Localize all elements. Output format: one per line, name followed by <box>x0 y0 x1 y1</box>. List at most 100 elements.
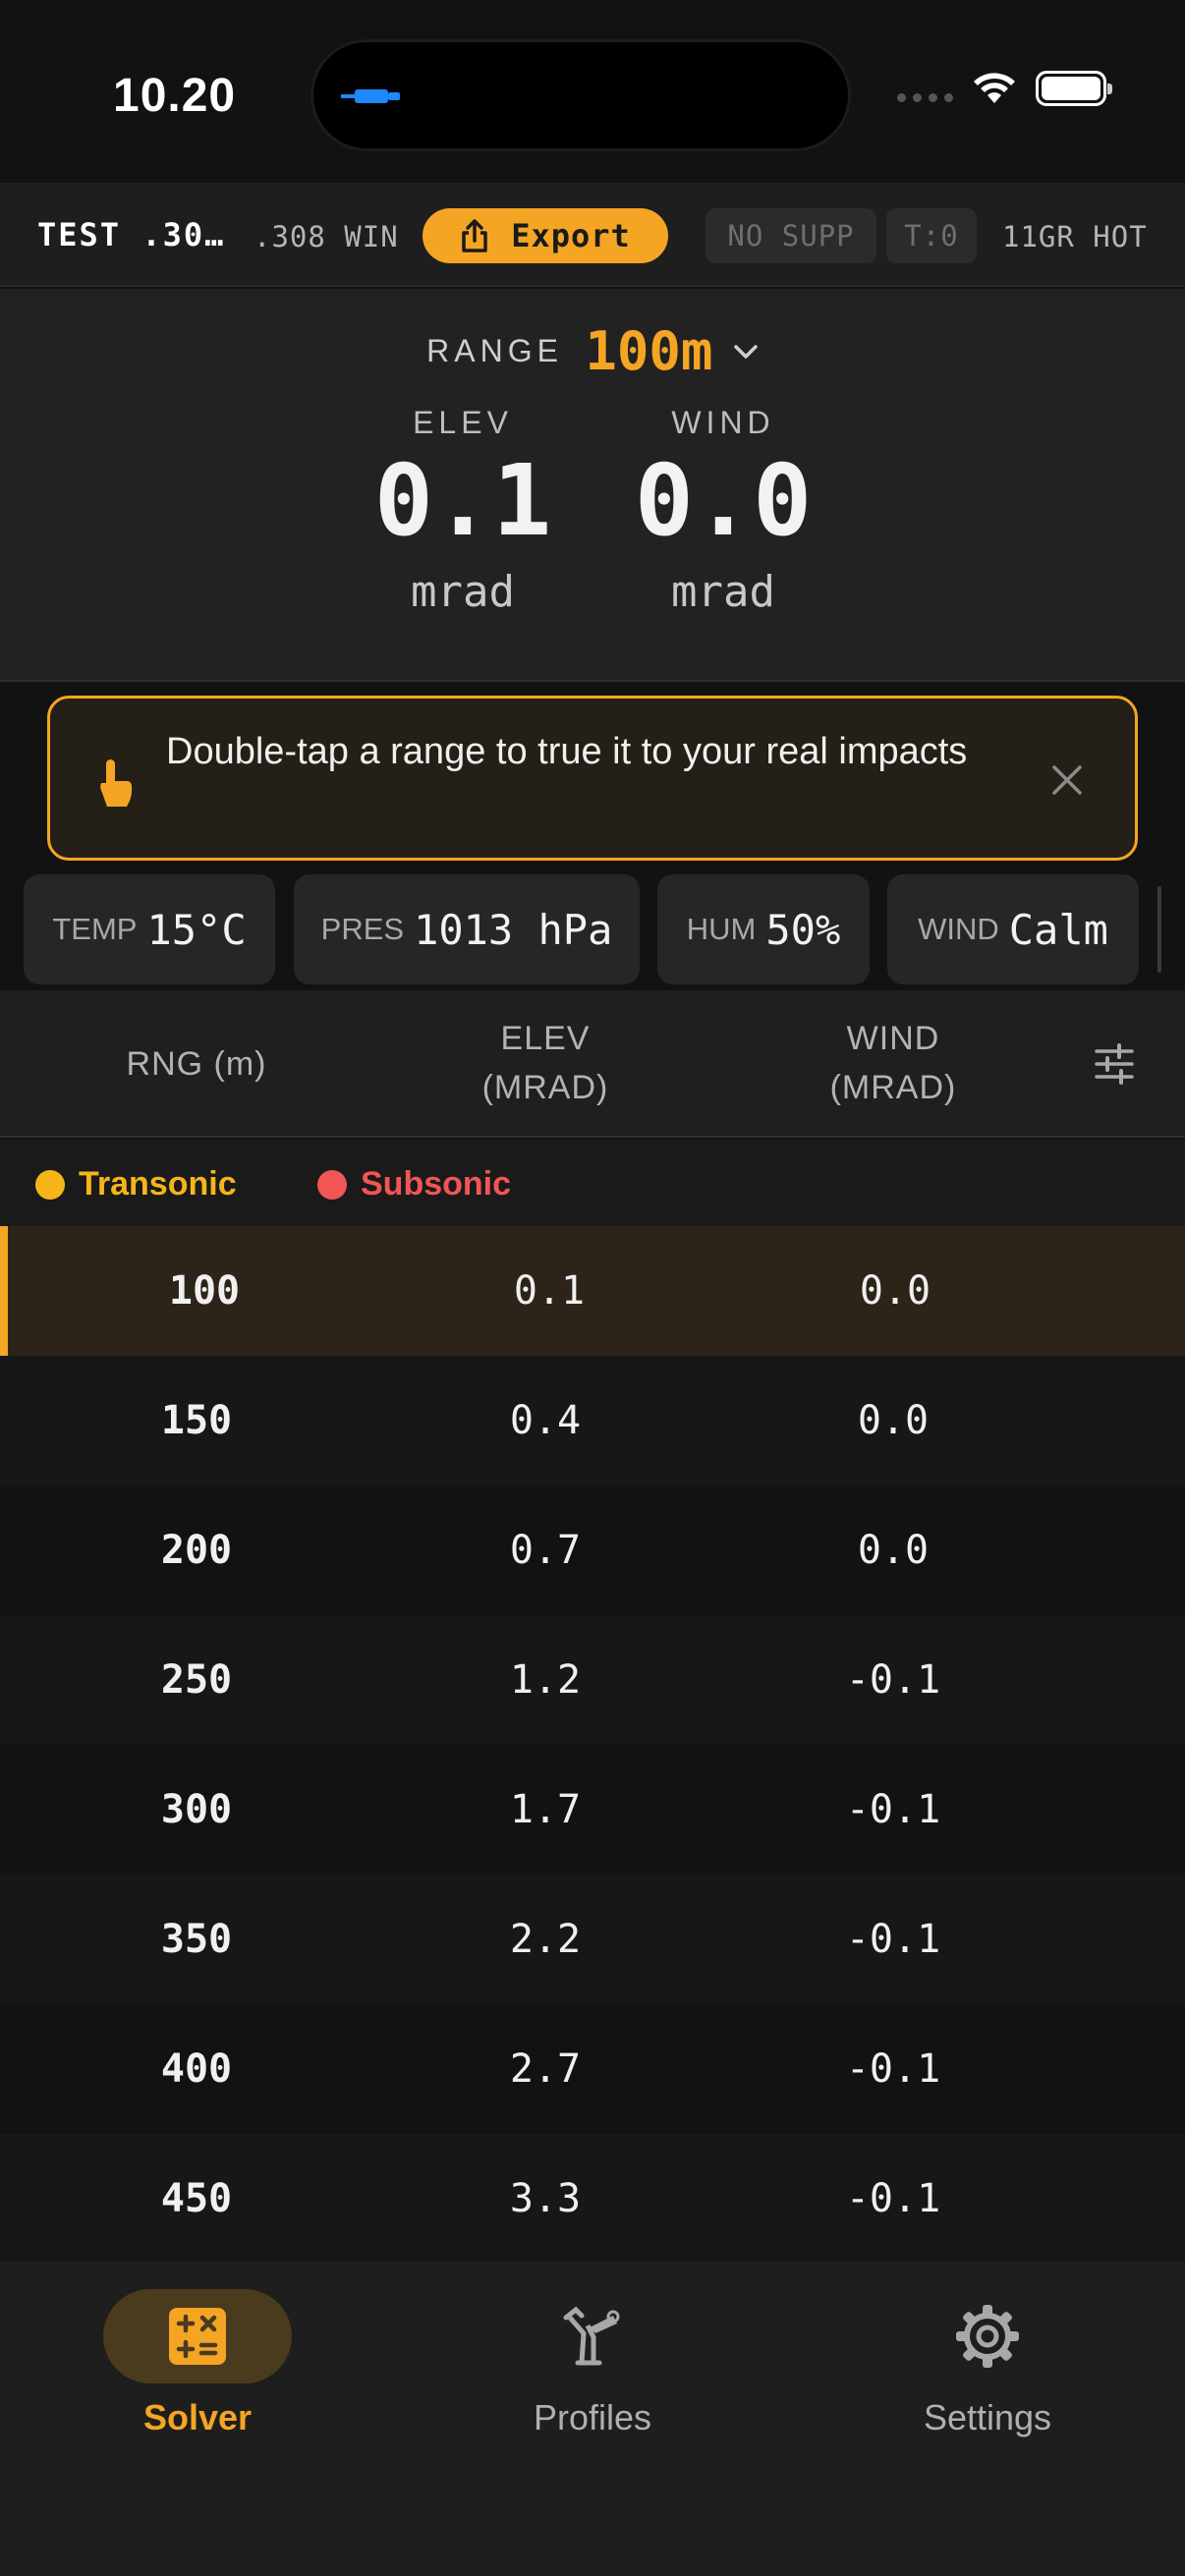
cell-wind: -0.1 <box>845 1787 941 1832</box>
table-row[interactable]: 250 1.2 -0.1 <box>0 1615 1185 1745</box>
condition-chip-temp[interactable]: TEMP 15°C <box>24 874 275 984</box>
cell-range: 400 <box>160 2046 233 2092</box>
table-row[interactable]: 450 3.3 -0.1 <box>0 2134 1185 2264</box>
table-row[interactable]: 200 0.7 0.0 <box>0 1485 1185 1615</box>
hint-banner: Double-tap a range to true it to your re… <box>47 696 1138 861</box>
subsonic-dot-icon <box>317 1169 347 1200</box>
wind-value: 0.0 <box>634 443 813 558</box>
table-row[interactable]: 100 0.1 0.0 <box>0 1226 1185 1356</box>
cell-elev: 0.4 <box>509 1398 582 1443</box>
elev-unit: mrad <box>411 567 515 617</box>
gear-icon <box>956 2305 1019 2368</box>
dope-table: 100 0.1 0.0 150 0.4 0.0 200 0.7 0.0 250 … <box>0 1226 1185 2264</box>
tune-icon[interactable] <box>1094 1043 1135 1085</box>
cell-wind: -0.1 <box>845 1917 941 1962</box>
condition-value: 15°C <box>146 905 247 954</box>
condition-chip-wind[interactable]: WIND Calm <box>887 874 1139 984</box>
hint-text: Double-tap a range to true it to your re… <box>166 731 968 772</box>
col-header-range: RNG (m) <box>126 1045 267 1083</box>
signal-icon <box>897 92 953 102</box>
tab-profiles-highlight <box>498 2289 687 2383</box>
col-header-wind-line1: WIND <box>846 1020 940 1057</box>
tab-settings-label: Settings <box>923 2397 1052 2437</box>
cell-range: 250 <box>160 1657 233 1703</box>
cell-wind: 0.0 <box>859 1268 931 1314</box>
profile-bar: TEST .30… .308 WIN Export NO SUPP T:0 11… <box>0 183 1185 287</box>
cell-wind: 0.0 <box>857 1398 930 1443</box>
status-icons <box>897 71 1112 106</box>
tab-profiles[interactable]: Profiles <box>445 2289 740 2438</box>
elev-value: 0.1 <box>373 443 552 558</box>
twist-chip: T:0 <box>886 208 977 263</box>
cell-range: 100 <box>168 1268 241 1314</box>
conditions-bar: TEMP 15°C PRES 1013 hPa HUM 50% WIND Cal… <box>0 872 1185 988</box>
col-header-wind-line2: (MRAD) <box>829 1069 957 1106</box>
cell-elev: 3.3 <box>509 2176 582 2221</box>
condition-value: 1013 hPa <box>414 905 613 954</box>
caliber-label: .308 WIN <box>254 220 399 253</box>
cell-wind: -0.1 <box>845 1657 941 1703</box>
tab-solver-highlight <box>103 2289 292 2383</box>
share-icon <box>462 219 487 252</box>
cell-elev: 0.1 <box>513 1268 586 1314</box>
table-row[interactable]: 400 2.7 -0.1 <box>0 2004 1185 2134</box>
tab-solver-label: Solver <box>142 2397 253 2437</box>
range-label: RANGE <box>426 333 563 368</box>
wifi-icon <box>974 73 1015 103</box>
legend-transonic-label: Transonic <box>79 1165 237 1203</box>
condition-key: HUM <box>686 912 757 946</box>
table-header: RNG (m) ELEV (MRAD) WIND (MRAD) <box>0 990 1185 1138</box>
range-selector[interactable]: RANGE 100m <box>0 320 1185 382</box>
col-header-elev-line2: (MRAD) <box>481 1069 609 1106</box>
tab-settings-highlight <box>893 2289 1082 2383</box>
chevron-down-icon[interactable] <box>733 343 759 361</box>
status-bar: 10.20 <box>0 0 1185 183</box>
cell-wind: -0.1 <box>845 2176 941 2221</box>
tab-settings[interactable]: Settings <box>840 2289 1135 2438</box>
col-header-elev: ELEV (MRAD) <box>393 1014 698 1112</box>
calculator-icon <box>169 2308 226 2365</box>
wind-solution: WIND 0.0 mrad <box>605 405 841 617</box>
cell-elev: 1.7 <box>509 1787 582 1832</box>
tab-profiles-label: Profiles <box>533 2397 652 2437</box>
cell-elev: 2.2 <box>509 1917 582 1962</box>
condition-key: TEMP <box>52 912 138 946</box>
cell-wind: 0.0 <box>857 1528 930 1573</box>
legend-transonic: Transonic <box>35 1165 237 1204</box>
elevation-solution: ELEV 0.1 mrad <box>345 405 581 617</box>
condition-chip-humidity[interactable]: HUM 50% <box>657 874 870 984</box>
elev-label: ELEV <box>413 405 513 440</box>
condition-chip-pressure[interactable]: PRES 1013 hPa <box>294 874 640 984</box>
table-row[interactable]: 150 0.4 0.0 <box>0 1356 1185 1485</box>
export-button[interactable]: Export <box>423 208 668 263</box>
tab-solver[interactable]: Solver <box>50 2289 345 2438</box>
cell-elev: 1.2 <box>509 1657 582 1703</box>
solution-panel: RANGE 100m ELEV 0.1 mrad WIND 0.0 mrad <box>0 289 1185 682</box>
ammo-label: 11GR HOT <box>1002 220 1148 253</box>
profiles-icon <box>563 2306 620 2366</box>
condition-key: WIND <box>918 912 999 946</box>
profile-name[interactable]: TEST .30… <box>37 216 225 253</box>
table-row[interactable]: 350 2.2 -0.1 <box>0 1875 1185 2004</box>
export-label: Export <box>511 217 631 254</box>
tap-hand-icon <box>100 759 133 807</box>
cell-wind: -0.1 <box>845 2046 941 2092</box>
condition-value: Calm <box>1008 905 1108 954</box>
wind-label: WIND <box>671 405 775 440</box>
col-header-wind: WIND (MRAD) <box>741 1014 1045 1112</box>
col-header-elev-line1: ELEV <box>500 1020 591 1057</box>
cell-range: 150 <box>160 1398 233 1443</box>
status-time: 10.20 <box>113 70 237 122</box>
cell-range: 450 <box>160 2176 233 2221</box>
range-value[interactable]: 100m <box>585 320 712 382</box>
cell-range: 300 <box>160 1787 233 1832</box>
scroll-edge <box>1157 886 1161 973</box>
legend-subsonic: Subsonic <box>317 1165 511 1204</box>
legend-subsonic-label: Subsonic <box>361 1165 512 1203</box>
close-icon[interactable] <box>1050 763 1084 797</box>
transonic-dot-icon <box>35 1169 65 1200</box>
cell-elev: 2.7 <box>509 2046 582 2092</box>
cell-range: 200 <box>160 1528 233 1573</box>
wind-unit: mrad <box>671 567 775 617</box>
table-row[interactable]: 300 1.7 -0.1 <box>0 1745 1185 1875</box>
